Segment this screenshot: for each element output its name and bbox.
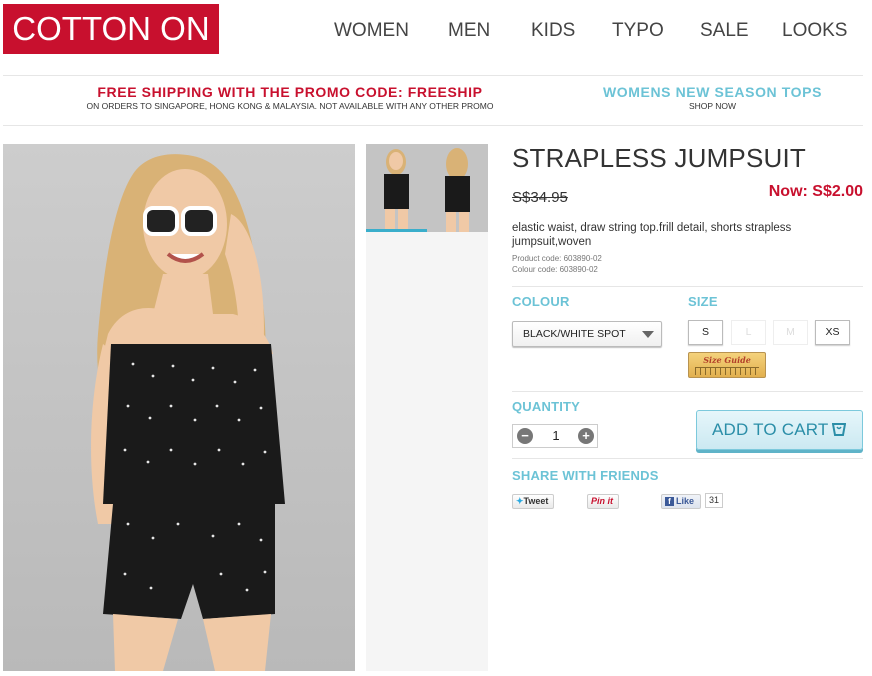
facebook-like-button[interactable]: f Like bbox=[661, 494, 701, 509]
product-page: COTTON ON WOMEN MEN KIDS TYPO SALE LOOKS… bbox=[0, 0, 872, 676]
header-divider bbox=[3, 75, 863, 76]
quantity-stepper: − 1 + bbox=[512, 424, 598, 448]
nav-women[interactable]: WOMEN bbox=[334, 20, 409, 42]
nav-sale[interactable]: SALE bbox=[700, 20, 749, 42]
quantity-label: QUANTITY bbox=[512, 399, 581, 414]
quantity-minus-button[interactable]: − bbox=[517, 428, 533, 444]
share-label: SHARE WITH FRIENDS bbox=[512, 468, 659, 483]
product-codes: Product code: 603890-02 Colour code: 603… bbox=[512, 253, 602, 275]
twitter-bird-icon: ✦ bbox=[516, 496, 524, 506]
thumbnail-strip bbox=[366, 144, 488, 671]
add-to-cart-label: ADD TO CART bbox=[712, 420, 829, 439]
colour-code: Colour code: 603890-02 bbox=[512, 265, 598, 274]
like-count: 31 bbox=[705, 493, 724, 508]
chevron-down-icon bbox=[642, 331, 654, 338]
add-to-cart-button[interactable]: ADD TO CART bbox=[696, 410, 863, 450]
quantity-value[interactable]: 1 bbox=[543, 428, 569, 443]
colour-select-value: BLACK/WHITE SPOT bbox=[523, 328, 626, 340]
size-option-l: L bbox=[731, 320, 766, 345]
size-option-xs[interactable]: XS bbox=[815, 320, 850, 345]
ruler-icon bbox=[695, 367, 759, 375]
now-price: Now: S$2.00 bbox=[768, 183, 863, 200]
cart-divider bbox=[512, 458, 863, 459]
product-code: Product code: 603890-02 bbox=[512, 254, 602, 263]
promo-free-shipping[interactable]: FREE SHIPPING WITH THE PROMO CODE: FREES… bbox=[30, 84, 550, 111]
logo-text: COTTON ON bbox=[12, 10, 210, 47]
quantity-plus-button[interactable]: + bbox=[578, 428, 594, 444]
promo-subtext: SHOP NOW bbox=[688, 101, 737, 111]
promo-subtext: ON ORDERS TO SINGAPORE, HONG KONG & MALA… bbox=[86, 101, 494, 111]
size-guide-label: Size Guide bbox=[703, 355, 751, 365]
colour-select[interactable]: BLACK/WHITE SPOT bbox=[512, 321, 662, 347]
thumbnail-back-illustration bbox=[427, 144, 488, 232]
product-title: STRAPLESS JUMPSUIT bbox=[512, 143, 806, 173]
was-price: S$34.95 bbox=[512, 189, 568, 206]
tweet-label: Tweet bbox=[523, 496, 549, 506]
info-divider bbox=[512, 286, 863, 287]
tweet-button[interactable]: ✦Tweet bbox=[512, 494, 554, 509]
product-description: elastic waist, draw string top.frill det… bbox=[512, 222, 792, 248]
thumbnail-front-illustration bbox=[366, 144, 427, 229]
product-main-image[interactable] bbox=[3, 144, 355, 671]
size-label: SIZE bbox=[688, 294, 718, 309]
thumbnail-back[interactable] bbox=[427, 144, 488, 232]
promo-divider bbox=[3, 125, 863, 126]
nav-typo[interactable]: TYPO bbox=[612, 20, 664, 42]
options-divider bbox=[512, 391, 863, 392]
promo-headline: FREE SHIPPING WITH THE PROMO CODE: FREES… bbox=[97, 84, 483, 100]
like-label: Like bbox=[676, 496, 695, 506]
size-guide-button[interactable]: Size Guide bbox=[688, 352, 766, 378]
brand-logo[interactable]: COTTON ON bbox=[3, 4, 219, 54]
nav-kids[interactable]: KIDS bbox=[531, 20, 575, 42]
pin-it-button[interactable]: Pin it bbox=[587, 494, 619, 509]
model-illustration bbox=[3, 144, 355, 671]
promo-headline: WOMENS NEW SEASON TOPS bbox=[602, 84, 823, 100]
colour-label: COLOUR bbox=[512, 294, 570, 309]
promo-new-season[interactable]: WOMENS NEW SEASON TOPS SHOP NOW bbox=[590, 84, 835, 111]
size-option-m: M bbox=[773, 320, 808, 345]
nav-looks[interactable]: LOOKS bbox=[782, 20, 847, 42]
shopping-bag-icon bbox=[832, 423, 846, 436]
facebook-icon: f bbox=[665, 497, 674, 506]
size-option-s[interactable]: S bbox=[688, 320, 723, 345]
thumbnail-front[interactable] bbox=[366, 144, 427, 232]
nav-men[interactable]: MEN bbox=[448, 20, 490, 42]
